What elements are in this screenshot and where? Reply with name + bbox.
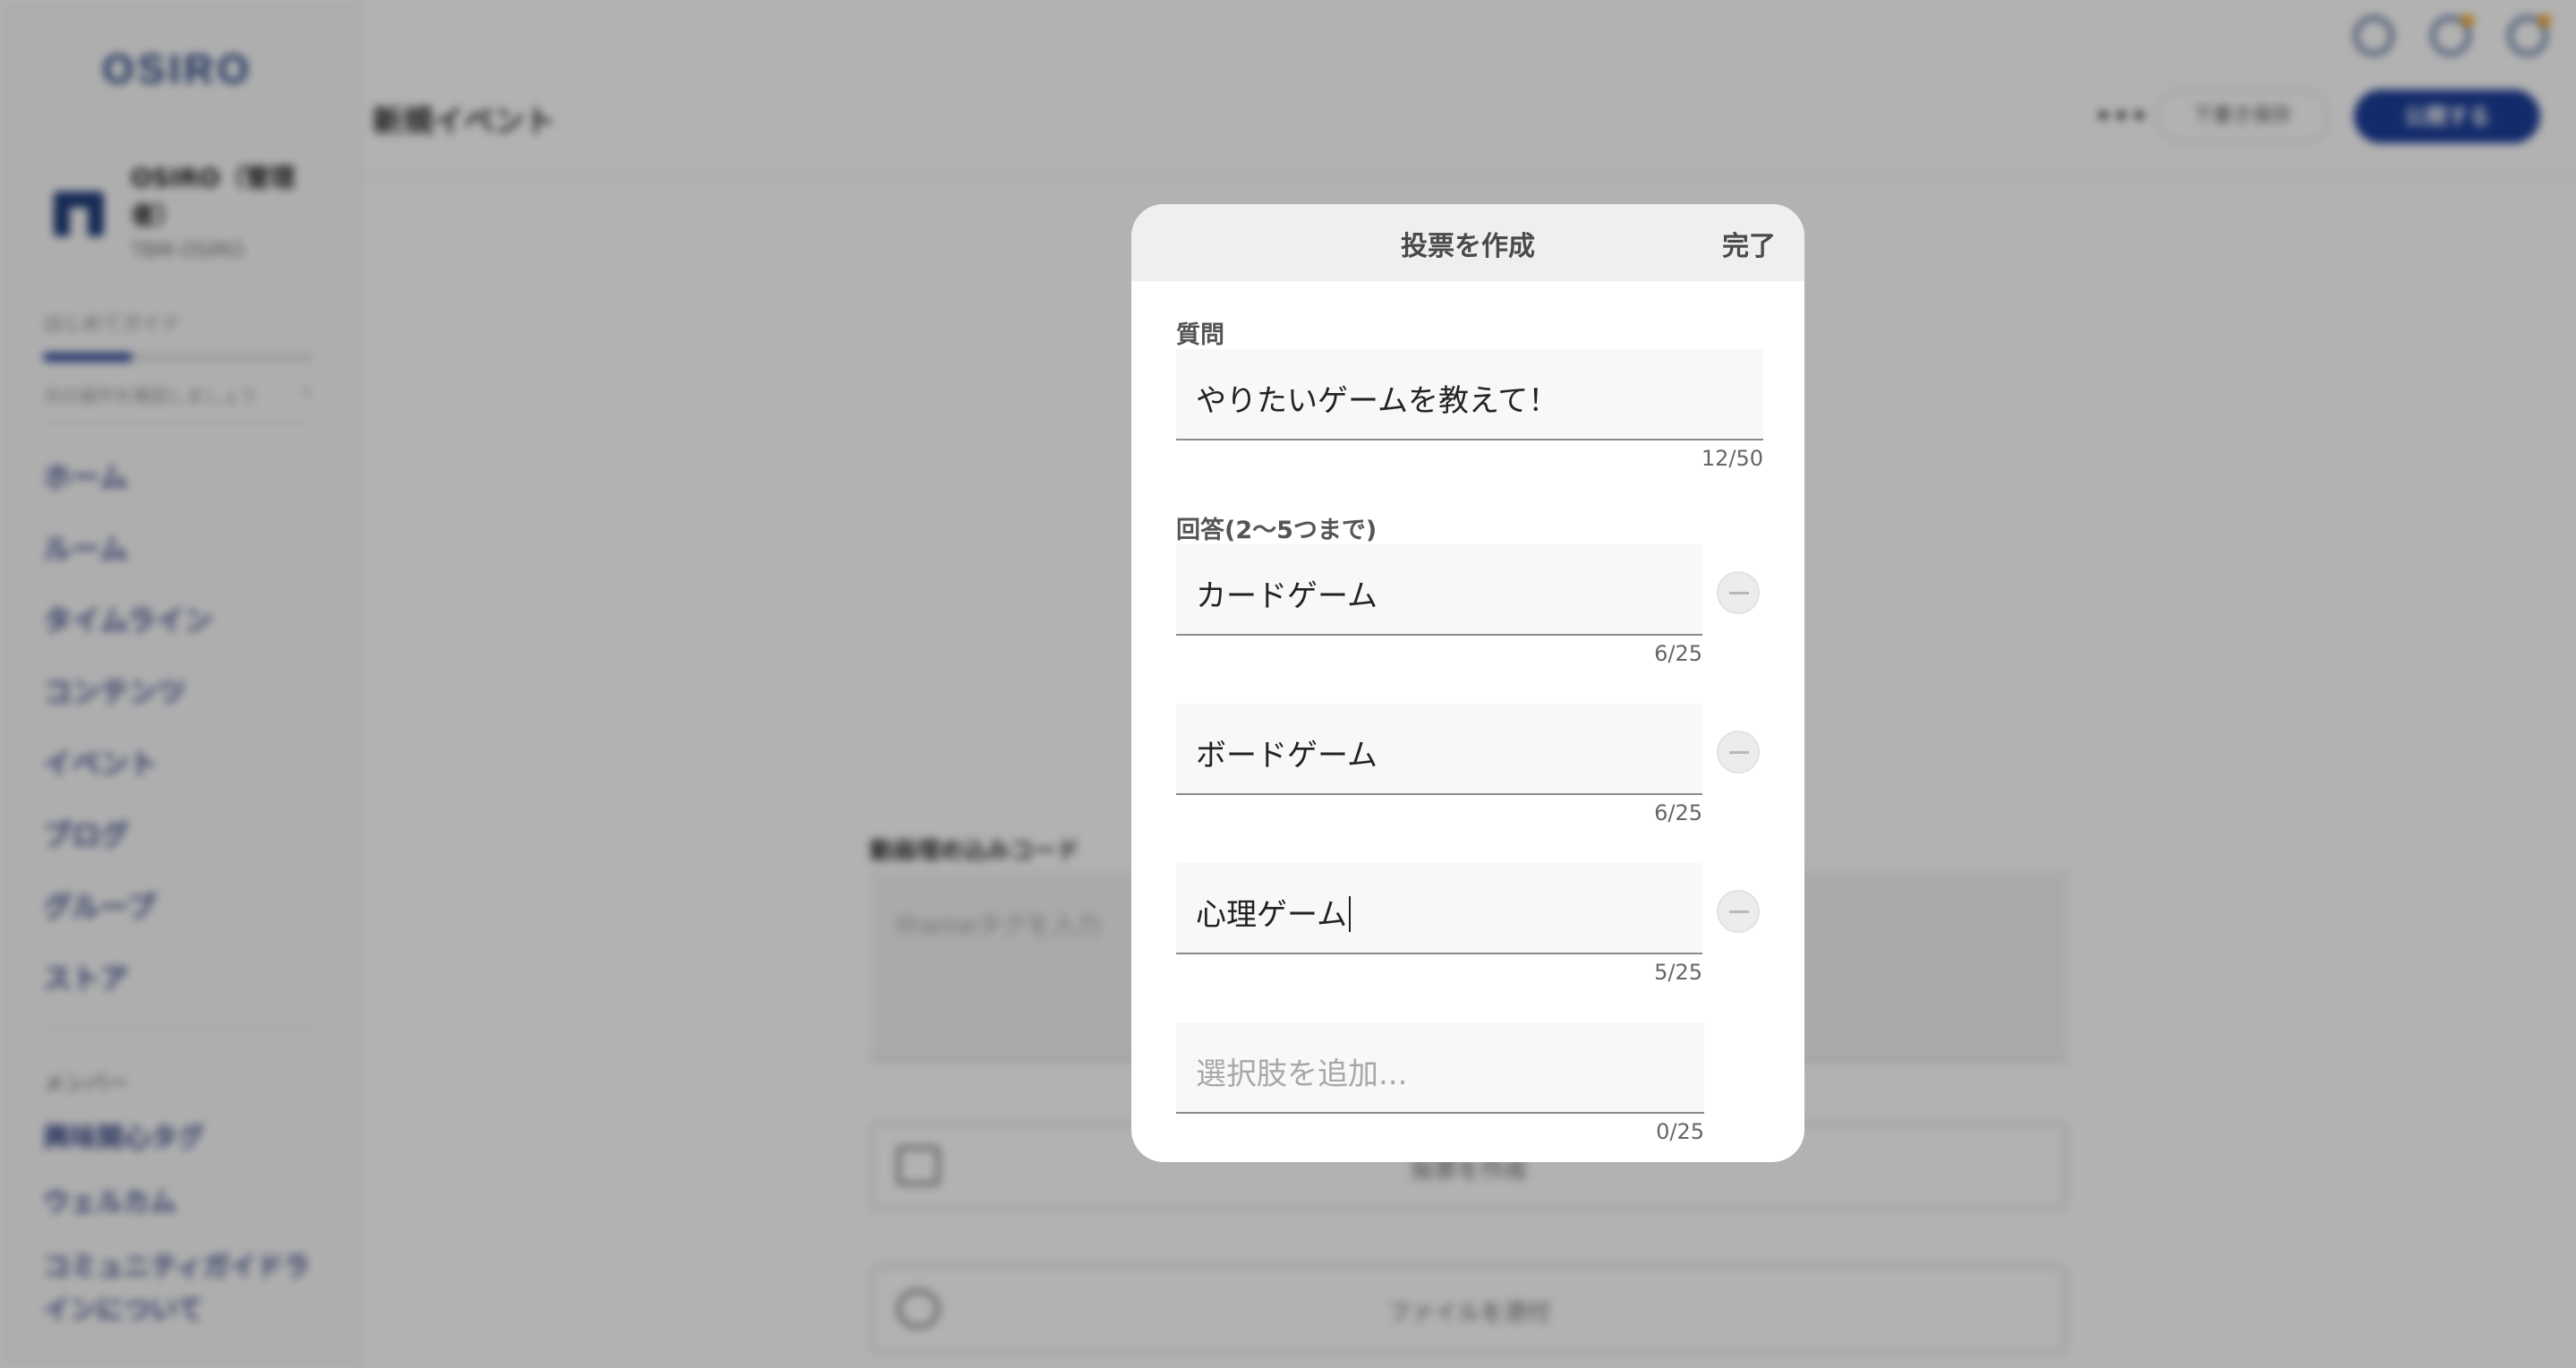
- answer-input-value: 心理ゲーム: [1196, 890, 1351, 934]
- answer-input-value: ボードゲーム: [1196, 738, 1378, 774]
- page-root: OSIRO OSIRO（管理者） TBM-OSIRO はじめてガイド 次の操作を…: [0, 0, 2576, 1368]
- create-poll-modal: 投票を作成 完了 質問 やりたいゲームを教えて！ 12/50 回答(2〜5つまで…: [1131, 204, 1804, 1162]
- modal-title: 投票を作成: [1401, 231, 1535, 262]
- question-label: 質問: [1176, 321, 1224, 349]
- question-input-value: やりたいゲームを教えて！: [1196, 383, 1559, 419]
- done-button[interactable]: 完了: [1722, 224, 1776, 263]
- answer-char-counter: 5/25: [1654, 960, 1702, 985]
- minus-icon: [1729, 592, 1749, 594]
- minus-icon: [1729, 751, 1749, 754]
- answer-char-counter: 6/25: [1654, 641, 1702, 666]
- answer-input-3[interactable]: 心理ゲーム: [1176, 863, 1702, 954]
- remove-answer-button[interactable]: [1717, 890, 1760, 933]
- question-input[interactable]: やりたいゲームを教えて！: [1176, 349, 1763, 440]
- answers-label: 回答(2〜5つまで): [1176, 517, 1378, 544]
- answer-input-2[interactable]: ボードゲーム: [1176, 704, 1702, 795]
- question-char-counter: 12/50: [1701, 446, 1763, 471]
- add-option-char-counter: 0/25: [1656, 1119, 1704, 1144]
- add-option-input[interactable]: 選択肢を追加...: [1176, 1022, 1704, 1114]
- add-option-placeholder: 選択肢を追加...: [1196, 1056, 1408, 1092]
- answer-input-value: カードゲーム: [1196, 578, 1378, 614]
- minus-icon: [1729, 911, 1749, 913]
- remove-answer-button[interactable]: [1717, 571, 1760, 614]
- answer-char-counter: 6/25: [1654, 800, 1702, 825]
- modal-header: 投票を作成 完了: [1131, 204, 1804, 281]
- remove-answer-button[interactable]: [1717, 731, 1760, 774]
- answer-input-1[interactable]: カードゲーム: [1176, 544, 1702, 636]
